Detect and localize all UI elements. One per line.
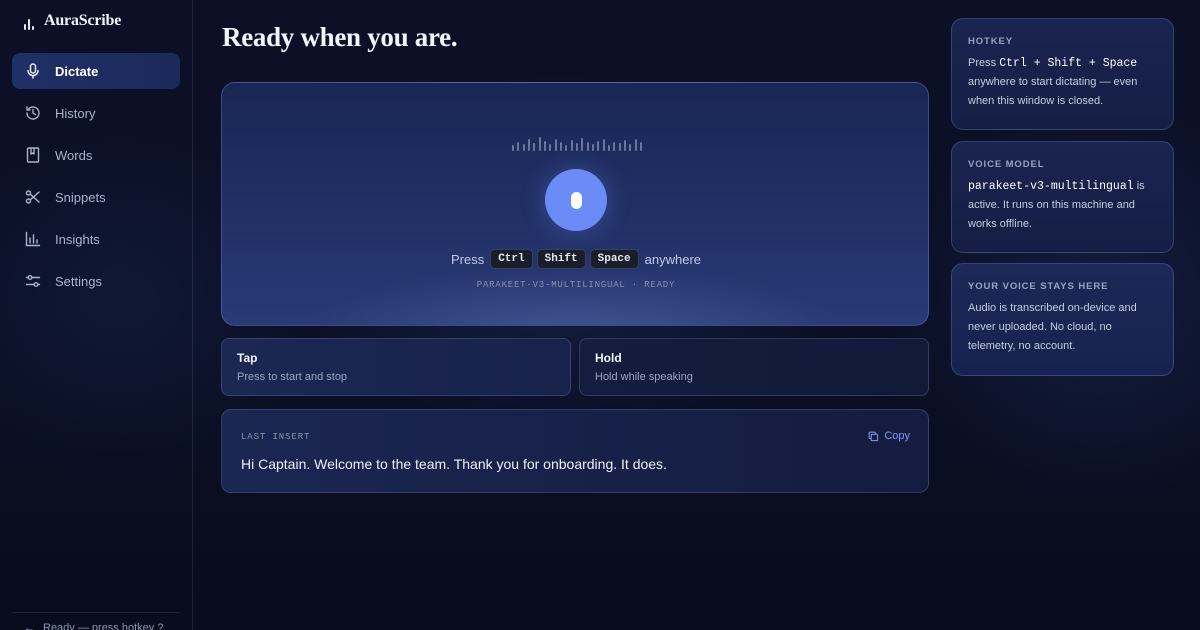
sidebar-item-label: Snippets <box>55 189 106 205</box>
hotkey-hint: Press Ctrl Shift Space anywhere <box>222 249 928 269</box>
hotkey-hint-suffix: anywhere <box>644 251 702 267</box>
hotkey-card: HOTKEY Press Ctrl + Shift + Space anywhe… <box>951 18 1174 130</box>
sliders-icon <box>24 272 42 290</box>
key-ctrl: Ctrl <box>490 249 533 269</box>
mode-subtitle: Hold while speaking <box>595 371 693 383</box>
bar-chart-icon <box>24 230 42 248</box>
mode-hold-card[interactable]: Hold Hold while speaking <box>579 338 929 396</box>
app-name: AuraScribe <box>44 12 122 29</box>
copy-label: Copy <box>884 430 910 442</box>
last-insert-label: LAST INSERT <box>241 432 311 442</box>
sidebar-item-history[interactable]: History <box>12 95 180 131</box>
mode-subtitle: Press to start and stop <box>237 371 348 383</box>
privacy-card: YOUR VOICE STAYS HERE Audio is transcrib… <box>951 263 1174 376</box>
page-title: Ready when you are. <box>222 22 458 52</box>
sidebar-item-label: Insights <box>55 231 100 247</box>
dictation-panel: Press Ctrl Shift Space anywhere PARAKEET… <box>221 82 929 326</box>
key-shift: Shift <box>536 249 586 269</box>
card-heading: YOUR VOICE STAYS HERE <box>968 281 1109 292</box>
card-body: parakeet-v3-multilingual is active. It r… <box>968 177 1157 234</box>
waveform-icon <box>512 135 642 151</box>
record-button[interactable] <box>545 169 607 231</box>
sidebar-footer-text: Ready — press hotkey ? <box>43 622 164 630</box>
card-heading: VOICE MODEL <box>968 159 1045 170</box>
model-status: PARAKEET-V3-MULTILINGUAL · READY <box>476 280 676 290</box>
privacy-description: Audio is transcribed on-device and never… <box>968 302 1137 352</box>
sidebar-item-dictate[interactable]: Dictate <box>12 53 180 89</box>
sidebar-item-settings[interactable]: Settings <box>12 263 180 299</box>
mode-tap-card[interactable]: Tap Press to start and stop <box>221 338 571 396</box>
card-heading: HOTKEY <box>968 36 1013 47</box>
hotkey-hint-prefix: Press <box>450 251 485 267</box>
sidebar: AuraScribe Dictate History Words Snippet… <box>0 0 193 630</box>
book-icon <box>24 146 42 164</box>
last-insert-card: LAST INSERT Copy Hi Captain. Welcome to … <box>221 409 929 493</box>
logo-bars-icon <box>24 16 34 30</box>
key-space: Space <box>589 249 639 269</box>
mode-title: Hold <box>595 351 622 365</box>
mode-title: Tap <box>237 351 258 365</box>
copy-button[interactable]: Copy <box>868 430 910 442</box>
sidebar-item-snippets[interactable]: Snippets <box>12 179 180 215</box>
sidebar-nav: Dictate History Words Snippets Insights … <box>12 53 180 305</box>
hotkey-description: anywhere to start dictating — even when … <box>968 76 1138 107</box>
arrow-left-icon: ← <box>24 622 35 630</box>
copy-icon <box>868 431 879 441</box>
sidebar-item-label: Dictate <box>55 63 99 79</box>
sidebar-item-insights[interactable]: Insights <box>12 221 180 257</box>
sidebar-footer: ← Ready — press hotkey ? <box>24 622 163 630</box>
hotkey-prefix: Press <box>968 57 997 69</box>
history-icon <box>24 104 42 122</box>
brand: AuraScribe <box>24 10 121 32</box>
sidebar-divider <box>12 612 180 613</box>
sidebar-item-words[interactable]: Words <box>12 137 180 173</box>
model-name: parakeet-v3-multilingual <box>968 180 1134 193</box>
voice-model-card: VOICE MODEL parakeet-v3-multilingual is … <box>951 141 1174 253</box>
mic-icon <box>24 62 42 80</box>
last-insert-text: Hi Captain. Welcome to the team. Thank y… <box>241 456 667 472</box>
sidebar-item-label: History <box>55 105 96 121</box>
hotkey-combo: Ctrl + Shift + Space <box>999 57 1138 70</box>
sidebar-item-label: Words <box>55 147 93 163</box>
mic-capsule-icon <box>570 191 582 209</box>
sidebar-item-label: Settings <box>55 273 102 289</box>
app-window: AuraScribe Dictate History Words Snippet… <box>0 0 1200 630</box>
scissors-icon <box>24 188 42 206</box>
card-body: Press Ctrl + Shift + Space anywhere to s… <box>968 54 1157 111</box>
